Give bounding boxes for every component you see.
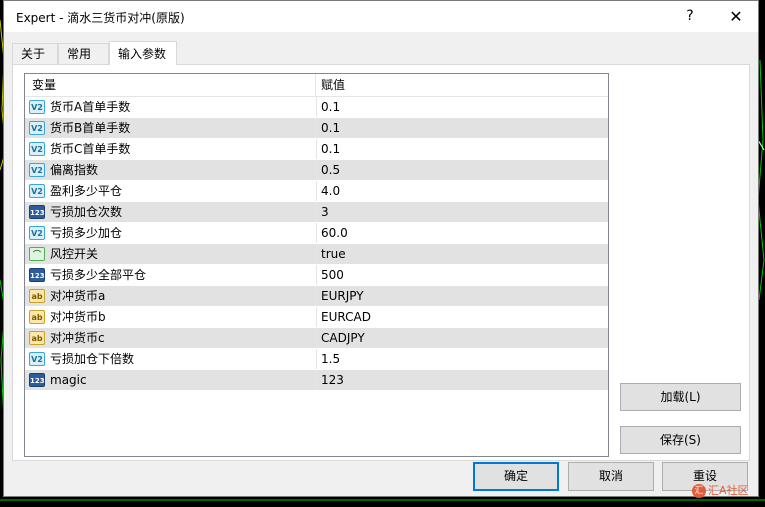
variable-name: 亏损加仓下倍数 — [50, 352, 135, 366]
save-button[interactable]: 保存(S) — [620, 426, 741, 454]
value-cell[interactable]: 0.1 — [316, 118, 608, 138]
watermark-text: 汇A社区 — [708, 484, 749, 497]
int-type-icon: 123 — [29, 373, 45, 387]
double-type-icon: V2 — [29, 121, 45, 135]
variable-name: 对冲货币a — [50, 289, 106, 303]
load-button[interactable]: 加载(L) — [620, 383, 741, 411]
bool-type-icon: ⌒ — [29, 247, 45, 261]
table-row[interactable]: 123 magic 123 — [25, 370, 608, 391]
variable-cell: V2 货币B首单手数 — [29, 118, 315, 138]
value-cell[interactable]: 500 — [316, 265, 608, 285]
double-type-icon: V2 — [29, 142, 45, 156]
watermark: 汇汇A社区 — [692, 481, 749, 501]
variable-name: 货币B首单手数 — [50, 121, 131, 135]
value-cell[interactable]: 123 — [316, 370, 608, 390]
value-cell[interactable]: CADJPY — [316, 328, 608, 348]
variable-name: 货币A首单手数 — [50, 100, 131, 114]
variable-cell: 123 magic — [29, 370, 315, 390]
variable-cell: ⌒ 风控开关 — [29, 244, 315, 264]
table-row[interactable]: V2 亏损加仓下倍数 1.5 — [25, 349, 608, 370]
string-type-icon: ab — [29, 289, 45, 303]
double-type-icon: V2 — [29, 163, 45, 177]
int-type-icon: 123 — [29, 268, 45, 282]
watermark-logo-icon: 汇 — [692, 484, 706, 498]
table-row[interactable]: V2 货币B首单手数 0.1 — [25, 118, 608, 139]
variable-cell: ab 对冲货币c — [29, 328, 315, 348]
variable-cell: ab 对冲货币a — [29, 286, 315, 306]
value-cell[interactable]: 0.1 — [316, 97, 608, 117]
value-cell[interactable]: 0.1 — [316, 139, 608, 159]
variable-cell: 123 亏损多少全部平仓 — [29, 265, 315, 285]
column-divider[interactable] — [315, 74, 316, 96]
grid-header: 变量 赋值 — [25, 74, 608, 97]
variable-cell: 123 亏损加仓次数 — [29, 202, 315, 222]
tab-input-parameters[interactable]: 输入参数 — [109, 41, 177, 65]
parameters-grid: 变量 赋值 V2 货币A首单手数 0.1 V2 货币B首单手数 0.1 V2 货币C首单手数 0… — [24, 73, 609, 457]
variable-name: 亏损多少加仓 — [50, 226, 123, 240]
value-cell[interactable]: true — [316, 244, 608, 264]
title-bar: Expert - 滴水三货币对冲(原版) ? ✕ — [4, 1, 758, 32]
table-row[interactable]: V2 偏离指数 0.5 — [25, 160, 608, 181]
ok-button[interactable]: 确定 — [473, 462, 559, 491]
tab-common[interactable]: 常用 — [58, 43, 109, 64]
parameter-rows: V2 货币A首单手数 0.1 V2 货币B首单手数 0.1 V2 货币C首单手数 0.1 V2 偏离… — [25, 97, 608, 391]
string-type-icon: ab — [29, 310, 45, 324]
column-header-variable[interactable]: 变量 — [32, 74, 56, 96]
column-header-value[interactable]: 赋值 — [321, 74, 345, 96]
value-cell[interactable]: 4.0 — [316, 181, 608, 201]
variable-cell: V2 亏损加仓下倍数 — [29, 349, 315, 369]
variable-cell: V2 盈利多少平仓 — [29, 181, 315, 201]
table-row[interactable]: ab 对冲货币b EURCAD — [25, 307, 608, 328]
table-row[interactable]: V2 货币A首单手数 0.1 — [25, 97, 608, 118]
table-row[interactable]: 123 亏损多少全部平仓 500 — [25, 265, 608, 286]
variable-name: magic — [50, 373, 87, 387]
double-type-icon: V2 — [29, 100, 45, 114]
int-type-icon: 123 — [29, 205, 45, 219]
window-title: Expert - 滴水三货币对冲(原版) — [16, 11, 185, 25]
cancel-button[interactable]: 取消 — [568, 462, 654, 491]
variable-cell: V2 偏离指数 — [29, 160, 315, 180]
help-button[interactable]: ? — [670, 1, 710, 32]
variable-name: 对冲货币c — [50, 331, 105, 345]
value-cell[interactable]: EURJPY — [316, 286, 608, 306]
value-cell[interactable]: 1.5 — [316, 349, 608, 369]
tab-about[interactable]: 关于 — [12, 43, 58, 64]
value-cell[interactable]: 60.0 — [316, 223, 608, 243]
value-cell[interactable]: EURCAD — [316, 307, 608, 327]
variable-name: 亏损加仓次数 — [50, 205, 123, 219]
table-row[interactable]: ab 对冲货币a EURJPY — [25, 286, 608, 307]
table-row[interactable]: ab 对冲货币c CADJPY — [25, 328, 608, 349]
variable-cell: V2 亏损多少加仓 — [29, 223, 315, 243]
double-type-icon: V2 — [29, 184, 45, 198]
variable-cell: ab 对冲货币b — [29, 307, 315, 327]
table-row[interactable]: 123 亏损加仓次数 3 — [25, 202, 608, 223]
table-row[interactable]: V2 盈利多少平仓 4.0 — [25, 181, 608, 202]
string-type-icon: ab — [29, 331, 45, 345]
table-row[interactable]: V2 亏损多少加仓 60.0 — [25, 223, 608, 244]
variable-name: 货币C首单手数 — [50, 142, 131, 156]
variable-name: 风控开关 — [50, 247, 99, 261]
variable-name: 亏损多少全部平仓 — [50, 268, 147, 282]
variable-cell: V2 货币C首单手数 — [29, 139, 315, 159]
table-row[interactable]: ⌒ 风控开关 true — [25, 244, 608, 265]
variable-name: 偏离指数 — [50, 163, 99, 177]
double-type-icon: V2 — [29, 226, 45, 240]
value-cell[interactable]: 0.5 — [316, 160, 608, 180]
double-type-icon: V2 — [29, 352, 45, 366]
variable-name: 盈利多少平仓 — [50, 184, 123, 198]
variable-name: 对冲货币b — [50, 310, 106, 324]
close-button[interactable]: ✕ — [716, 1, 756, 32]
table-row[interactable]: V2 货币C首单手数 0.1 — [25, 139, 608, 160]
value-cell[interactable]: 3 — [316, 202, 608, 222]
variable-cell: V2 货币A首单手数 — [29, 97, 315, 117]
